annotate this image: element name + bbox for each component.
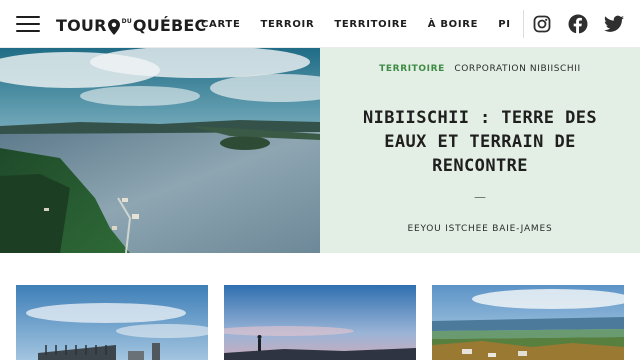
title-divider: — xyxy=(474,190,486,204)
logo-text-du: DU xyxy=(121,17,132,25)
instagram-icon[interactable] xyxy=(532,14,552,34)
article-card-grid xyxy=(0,253,640,360)
nav-item-carte[interactable]: CARTE xyxy=(201,19,240,30)
hero-article[interactable]: TERRITOIRE CORPORATION NIBIISCHII NIBIIS… xyxy=(0,48,640,253)
main-nav: CARTE TERROIR TERRITOIRE À BOIRE PIGNON … xyxy=(201,0,510,48)
article-card-2-photo[interactable] xyxy=(224,285,416,360)
map-pin-icon xyxy=(107,19,120,35)
nav-item-terroir[interactable]: TERROIR xyxy=(260,19,314,30)
logo-text-tour: TOUR xyxy=(56,15,107,35)
article-meta: TERRITOIRE CORPORATION NIBIISCHII xyxy=(320,64,640,74)
article-card-1-photo[interactable] xyxy=(16,285,208,360)
twitter-icon[interactable] xyxy=(604,14,624,34)
nav-divider xyxy=(523,10,524,38)
nav-item-territoire[interactable]: TERRITOIRE xyxy=(334,19,407,30)
nav-item-a-boire[interactable]: À BOIRE xyxy=(428,19,479,30)
site-logo[interactable]: TOUR DU QUÉBEC xyxy=(56,13,207,37)
site-header: TOUR DU QUÉBEC CARTE TERROIR TERRITOIRE … xyxy=(0,0,640,48)
menu-icon[interactable] xyxy=(16,16,40,32)
hero-text-panel: TERRITOIRE CORPORATION NIBIISCHII NIBIIS… xyxy=(320,48,640,253)
logo-text-quebec: QUÉBEC xyxy=(132,15,207,35)
hero-photo-lake[interactable] xyxy=(0,48,320,253)
article-title[interactable]: NIBIISCHII : TERRE DES EAUX ET TERRAIN D… xyxy=(360,106,600,178)
category-link[interactable]: TERRITOIRE xyxy=(379,64,445,74)
author-link[interactable]: CORPORATION NIBIISCHII xyxy=(454,64,580,74)
nav-item-pignon[interactable]: PIGNON S xyxy=(498,19,510,30)
facebook-icon[interactable] xyxy=(568,14,588,34)
region-label[interactable]: EEYOU ISTCHEE BAIE-JAMES xyxy=(320,224,640,234)
article-card-3-photo[interactable] xyxy=(432,285,624,360)
